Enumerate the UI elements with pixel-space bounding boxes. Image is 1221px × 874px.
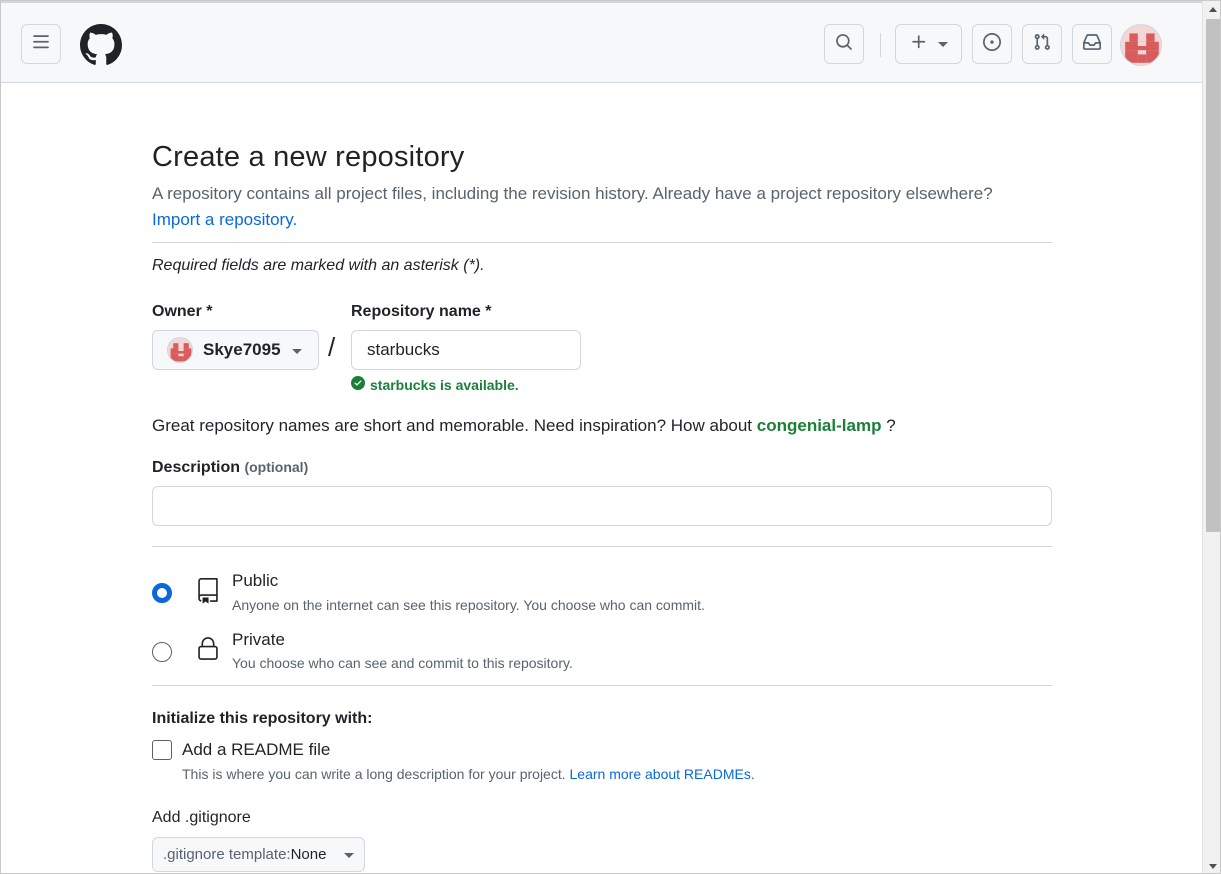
create-new-button[interactable] xyxy=(895,24,962,64)
section-divider xyxy=(152,242,1052,243)
page-subtitle: A repository contains all project files,… xyxy=(152,181,1052,233)
description-label: Description (optional) xyxy=(152,459,308,477)
inspiration-text: Great repository names are short and mem… xyxy=(152,416,753,435)
readme-description-text: This is where you can write a long descr… xyxy=(182,766,566,782)
chevron-down-icon xyxy=(344,853,354,858)
add-readme-label[interactable]: Add a README file xyxy=(182,740,330,760)
visibility-public-desc: Anyone on the internet can see this repo… xyxy=(232,597,705,613)
visibility-private-desc: You choose who can see and commit to thi… xyxy=(232,655,573,671)
scroll-up-arrow-icon[interactable] xyxy=(1209,7,1217,12)
description-label-text: Description xyxy=(152,459,241,476)
visibility-public-radio[interactable] xyxy=(152,583,172,603)
availability-text: starbucks is available. xyxy=(370,376,519,393)
pull-requests-button[interactable] xyxy=(1022,24,1062,64)
add-readme-checkbox[interactable] xyxy=(152,740,172,760)
vertical-scrollbar[interactable] xyxy=(1202,1,1220,873)
scroll-thumb[interactable] xyxy=(1206,19,1220,532)
import-repository-link[interactable]: Import a repository. xyxy=(152,210,297,229)
visibility-public-title[interactable]: Public xyxy=(232,571,278,591)
user-avatar[interactable] xyxy=(1120,24,1162,66)
git-pull-request-icon xyxy=(1033,33,1051,56)
name-inspiration: Great repository names are short and mem… xyxy=(152,416,896,436)
repo-name-input[interactable] xyxy=(351,330,581,370)
section-divider xyxy=(152,546,1052,547)
repo-icon xyxy=(195,576,221,606)
lock-icon xyxy=(195,634,221,664)
readme-description: This is where you can write a long descr… xyxy=(182,766,755,782)
inbox-icon xyxy=(1083,33,1101,56)
owner-avatar xyxy=(167,337,193,363)
availability-message: starbucks is available. xyxy=(351,376,519,393)
required-fields-note: Required fields are marked with an aster… xyxy=(152,257,485,274)
learn-more-readmes-link[interactable]: Learn more about READMEs. xyxy=(570,766,755,782)
owner-label: Owner * xyxy=(152,303,213,320)
browser-viewport: Create a new repository A repository con… xyxy=(0,0,1221,874)
search-button[interactable] xyxy=(824,24,864,64)
menu-button[interactable] xyxy=(21,24,61,64)
section-divider xyxy=(152,685,1052,686)
scroll-down-arrow-icon[interactable] xyxy=(1209,864,1217,869)
triangle-down-icon xyxy=(937,41,948,47)
suggested-name-button[interactable]: congenial-lamp xyxy=(757,416,882,435)
github-logo-icon[interactable] xyxy=(80,24,122,66)
optional-tag: (optional) xyxy=(244,459,309,475)
owner-select[interactable]: Skye7095 xyxy=(152,330,319,370)
check-circle-icon xyxy=(351,376,365,393)
description-input[interactable] xyxy=(152,486,1052,526)
owner-name: Skye7095 xyxy=(203,340,281,359)
gitignore-label: Add .gitignore xyxy=(152,809,251,826)
visibility-private-title[interactable]: Private xyxy=(232,630,285,650)
plus-icon xyxy=(910,33,928,56)
page-title: Create a new repository xyxy=(152,141,465,173)
inspiration-suffix: ? xyxy=(886,416,896,435)
gitignore-prefix: .gitignore template: xyxy=(163,846,291,863)
repo-name-label: Repository name * xyxy=(351,303,492,320)
initialize-heading: Initialize this repository with: xyxy=(152,710,373,727)
issue-opened-icon xyxy=(983,32,1001,56)
owner-repo-separator: / xyxy=(328,332,336,362)
visibility-private-radio[interactable] xyxy=(152,642,172,662)
search-icon xyxy=(835,33,853,56)
global-header xyxy=(1,1,1202,83)
issues-button[interactable] xyxy=(972,24,1012,64)
subtitle-text: A repository contains all project files,… xyxy=(152,184,993,203)
header-divider xyxy=(880,33,881,57)
inbox-button[interactable] xyxy=(1072,24,1112,64)
chevron-down-icon xyxy=(292,349,302,354)
hamburger-icon xyxy=(32,33,50,56)
gitignore-template-select[interactable]: .gitignore template: None xyxy=(152,837,365,872)
gitignore-value: None xyxy=(290,846,327,863)
